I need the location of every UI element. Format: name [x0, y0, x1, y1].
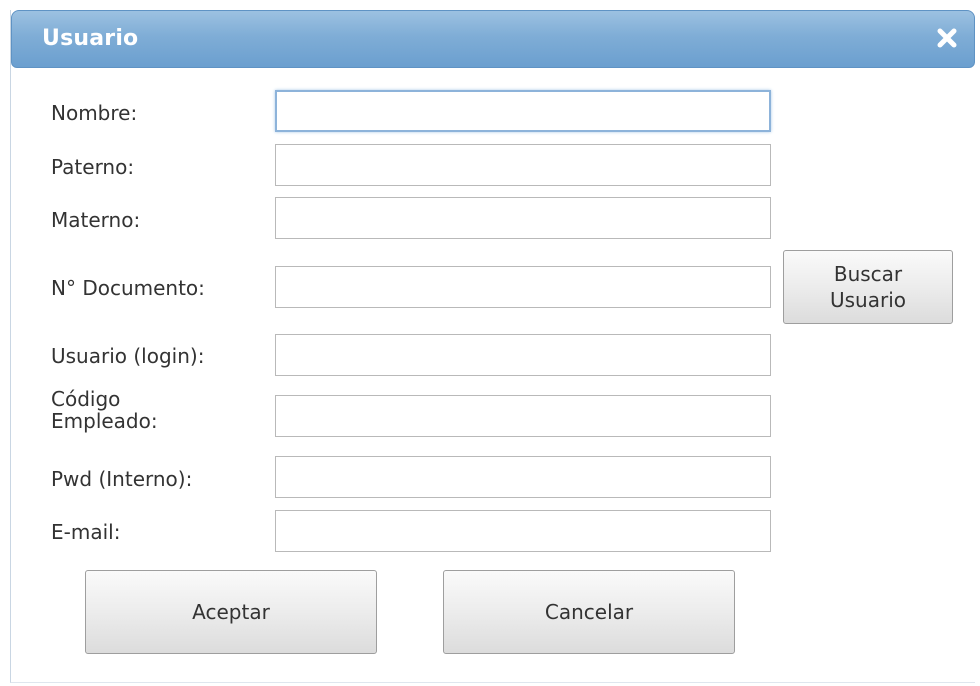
close-icon[interactable] — [934, 25, 960, 51]
dialog-title: Usuario — [42, 26, 139, 51]
materno-label: Materno: — [51, 208, 141, 232]
paterno-label: Paterno: — [51, 155, 135, 179]
user-dialog: Usuario Nombre: Paterno: Materno: N° Doc… — [10, 10, 975, 683]
codigo-field[interactable] — [275, 395, 771, 437]
search-user-button[interactable]: Buscar Usuario — [783, 250, 953, 324]
dialog-titlebar[interactable]: Usuario — [11, 10, 975, 68]
documento-field[interactable] — [275, 266, 771, 308]
accept-button[interactable]: Aceptar — [85, 570, 377, 654]
nombre-field[interactable] — [275, 90, 771, 132]
cancel-button[interactable]: Cancelar — [443, 570, 735, 654]
nombre-label: Nombre: — [51, 101, 138, 125]
email-field[interactable] — [275, 510, 771, 552]
codigo-label: Código Empleado: — [51, 387, 158, 433]
email-label: E-mail: — [51, 520, 121, 544]
pwd-field[interactable] — [275, 456, 771, 498]
login-label: Usuario (login): — [51, 344, 205, 368]
documento-label: N° Documento: — [51, 276, 205, 300]
paterno-field[interactable] — [275, 144, 771, 186]
pwd-label: Pwd (Interno): — [51, 467, 193, 491]
login-field[interactable] — [275, 334, 771, 376]
materno-field[interactable] — [275, 197, 771, 239]
